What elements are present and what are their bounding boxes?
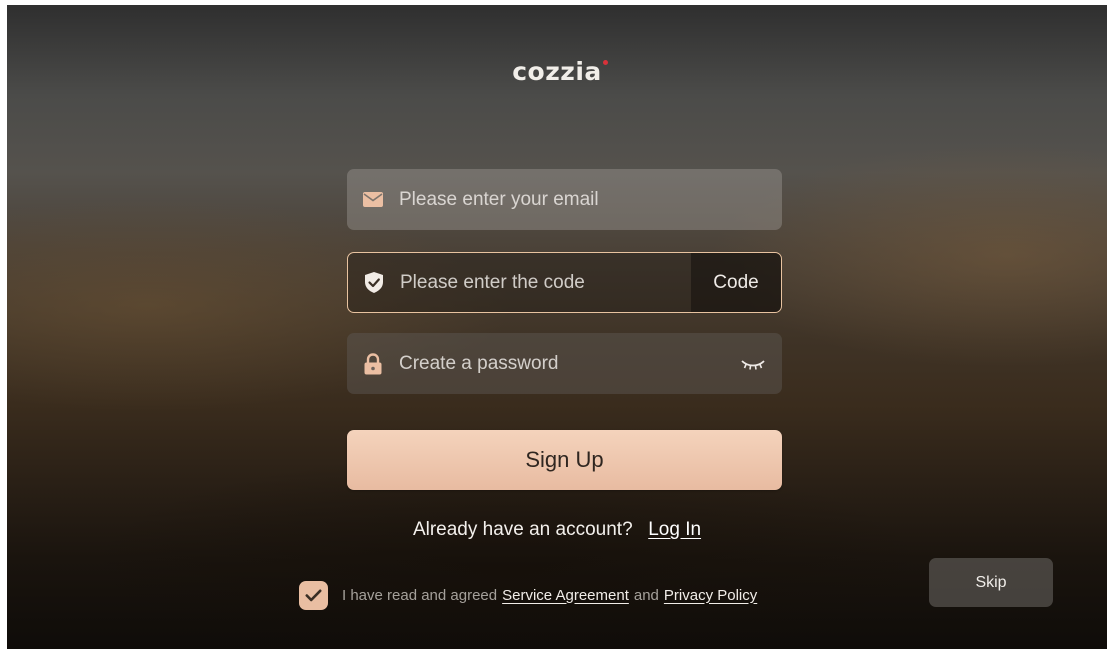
- password-placeholder: Create a password: [399, 352, 559, 374]
- skip-button[interactable]: Skip: [929, 558, 1053, 607]
- signup-screen: cozzia Please enter your email Please en…: [7, 5, 1107, 649]
- email-field[interactable]: Please enter your email: [347, 169, 782, 230]
- logo-accent-dot: [603, 60, 608, 65]
- eye-closed-icon[interactable]: [740, 357, 766, 371]
- agreement-checkbox[interactable]: [299, 580, 328, 610]
- envelope-icon: [362, 189, 384, 211]
- verification-code-field[interactable]: Please enter the code Code: [347, 252, 782, 313]
- sign-up-button[interactable]: Sign Up: [347, 430, 782, 490]
- privacy-policy-link[interactable]: Privacy Policy: [664, 587, 757, 604]
- code-placeholder: Please enter the code: [400, 271, 585, 293]
- shield-check-icon: [363, 272, 385, 294]
- agreement-conjunction: and: [633, 586, 659, 604]
- brand-logo: cozzia: [512, 57, 602, 86]
- log-in-link[interactable]: Log In: [648, 519, 701, 540]
- lock-icon: [362, 352, 384, 375]
- checkmark-icon: [305, 589, 322, 601]
- service-agreement-link[interactable]: Service Agreement: [502, 587, 629, 604]
- password-field[interactable]: Create a password: [347, 333, 782, 394]
- agreement-row: I have read and agreed Service Agreement…: [299, 580, 757, 610]
- login-prompt-text: Already have an account?: [412, 519, 633, 540]
- agreement-prefix: I have read and agreed: [342, 586, 498, 604]
- email-placeholder: Please enter your email: [399, 188, 599, 210]
- login-prompt: Already have an account? Log In: [7, 519, 1107, 541]
- send-code-button[interactable]: Code: [691, 253, 781, 312]
